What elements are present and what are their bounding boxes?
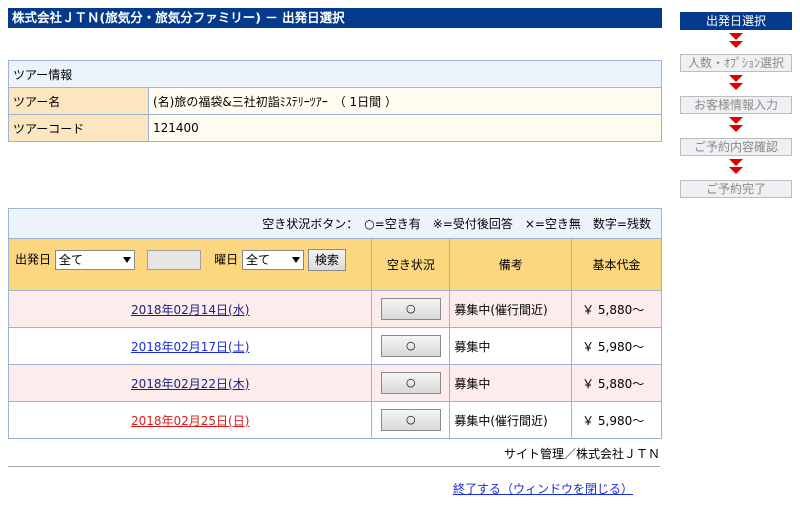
progress-steps: 出発日選択 人数・ｵﾌﾟｼｮﾝ選択 お客様情報入力 ご予約内容確認 ご予約完了	[680, 12, 792, 198]
date-link[interactable]: 2018年02月25日(日)	[131, 414, 249, 428]
step-complete: ご予約完了	[680, 180, 792, 198]
table-row: 2018年02月25日(日) ○ 募集中(催行間近) ￥ 5,980～	[7, 401, 662, 439]
filter-cell: 出発日 全て 曜日 全て 検索	[7, 238, 373, 291]
availability-cell: ○	[371, 327, 451, 365]
date-cell: 2018年02月22日(木)	[7, 364, 373, 402]
step-arrow-icon	[680, 156, 792, 180]
step-arrow-icon	[680, 30, 792, 54]
price-cell: ￥ 5,880～	[571, 364, 662, 402]
search-button[interactable]: 検索	[307, 249, 346, 271]
tour-code-value: 121400	[148, 114, 662, 142]
tour-code-label: ツアーコード	[8, 114, 149, 142]
weekday-select-value: 全て	[246, 253, 271, 267]
site-admin-credit: サイト管理／株式会社ＪＴＮ	[503, 447, 660, 461]
step-confirm: ご予約内容確認	[680, 138, 792, 156]
step-arrow-icon	[680, 72, 792, 96]
step-departure-date: 出発日選択	[680, 12, 792, 30]
tour-info-header: ツアー情報	[8, 60, 662, 88]
date-link[interactable]: 2018年02月22日(木)	[131, 377, 249, 391]
page-title: 株式会社ＪＴＮ(旅気分・旅気分ファミリー) － 出発日選択	[8, 8, 662, 28]
availability-legend: 空き状況ボタン： ○=空き有 ※=受付後回答 ×=空き無 数字=残数	[8, 208, 662, 239]
price-cell: ￥ 5,980～	[571, 401, 662, 439]
table-row: 2018年02月22日(木) ○ 募集中 ￥ 5,880～	[7, 364, 662, 402]
weekday-select[interactable]: 全て	[242, 250, 304, 270]
availability-button[interactable]: ○	[380, 298, 441, 320]
remarks-cell: 募集中(催行間近)	[449, 401, 573, 439]
step-arrow-icon	[680, 114, 792, 138]
date-link[interactable]: 2018年02月17日(土)	[131, 340, 249, 354]
table-row: 2018年02月14日(水) ○ 募集中(催行間近) ￥ 5,880～	[7, 290, 662, 328]
tour-info-table: ツアー情報 ツアー名 (名)旅の福袋&三社初詣ﾐｽﾃﾘｰﾂｱｰ （ 1日間 ） …	[8, 60, 662, 142]
col-remarks: 備考	[449, 238, 573, 291]
remarks-cell: 募集中	[449, 327, 573, 365]
chevron-down-icon	[292, 257, 300, 263]
weekday-label: 曜日	[214, 252, 239, 267]
close-window-link[interactable]: 終了する（ウィンドウを閉じる）	[453, 480, 633, 497]
departure-table: 空き状況ボタン： ○=空き有 ※=受付後回答 ×=空き無 数字=残数 出発日 全…	[7, 208, 662, 439]
price-cell: ￥ 5,980～	[571, 327, 662, 365]
availability-cell: ○	[371, 364, 451, 402]
departure-select[interactable]: 全て	[54, 250, 135, 270]
date-link[interactable]: 2018年02月14日(水)	[131, 303, 249, 317]
availability-button[interactable]: ○	[380, 335, 441, 357]
availability-button[interactable]: ○	[380, 409, 441, 431]
tour-name-value: (名)旅の福袋&三社初詣ﾐｽﾃﾘｰﾂｱｰ （ 1日間 ）	[148, 87, 662, 115]
departure-label: 出発日	[15, 252, 52, 267]
departure-select-value: 全て	[58, 253, 83, 267]
date-cell: 2018年02月17日(土)	[7, 327, 373, 365]
col-availability: 空き状況	[371, 238, 451, 291]
availability-button[interactable]: ○	[380, 372, 441, 394]
price-cell: ￥ 5,880～	[571, 290, 662, 328]
col-base-price: 基本代金	[571, 238, 662, 291]
remarks-cell: 募集中	[449, 364, 573, 402]
step-customer-info: お客様情報入力	[680, 96, 792, 114]
availability-cell: ○	[371, 290, 451, 328]
chevron-down-icon	[122, 257, 131, 263]
table-row: 2018年02月17日(土) ○ 募集中 ￥ 5,980～	[7, 327, 662, 365]
footer-divider	[8, 466, 660, 467]
date-cell: 2018年02月25日(日)	[7, 401, 373, 439]
tour-name-label: ツアー名	[8, 87, 149, 115]
availability-cell: ○	[371, 401, 451, 439]
remarks-cell: 募集中(催行間近)	[449, 290, 573, 328]
date-cell: 2018年02月14日(水)	[7, 290, 373, 328]
date-input[interactable]	[146, 250, 201, 270]
step-people-options: 人数・ｵﾌﾟｼｮﾝ選択	[680, 54, 792, 72]
